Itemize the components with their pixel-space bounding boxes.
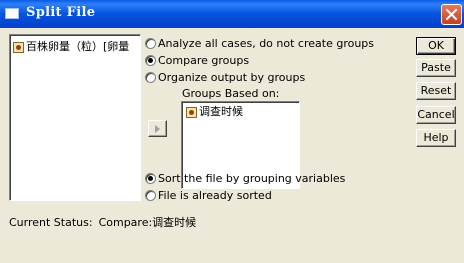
group-variable-label: 调查时候 [199,105,243,118]
label-compare-groups: Compare groups [158,54,250,67]
paste-button[interactable]: Paste [416,59,456,77]
radio-compare-groups[interactable] [145,55,156,66]
status-value: Compare:调查时候 [98,216,197,229]
source-variable-list[interactable]: 百株卵量（粒）[卵量 [9,34,141,201]
source-variable-item[interactable]: 百株卵量（粒）[卵量 [13,40,129,54]
label-file-sorted: File is already sorted [158,189,272,202]
move-to-groups-button[interactable] [148,120,167,137]
reset-button[interactable]: Reset [416,82,456,100]
radio-dot [148,176,153,181]
close-button[interactable] [441,4,462,25]
dialog-body: 百株卵量（粒）[卵量 Analyze all cases, do not cre… [0,28,464,263]
radio-circle [145,38,156,49]
window-title: Split File [26,5,96,20]
source-variable-label: 百株卵量（粒）[卵量 [26,40,130,53]
numeric-variable-icon [13,41,24,53]
label-sort-file: Sort the file by grouping variables [158,172,346,185]
groups-based-on-label: Groups Based on: [182,87,280,100]
radio-dot [148,58,153,63]
current-status: Current Status: Compare:调查时候 [9,214,196,230]
numeric-variable-icon [186,106,197,118]
radio-organize-output[interactable] [145,72,156,83]
radio-analyze-all[interactable] [145,38,156,49]
cancel-button[interactable]: Cancel [416,106,456,124]
radio-circle [145,72,156,83]
radio-file-sorted[interactable] [145,190,156,201]
help-button[interactable]: Help [416,129,456,147]
label-organize-output: Organize output by groups [158,71,306,84]
radio-sort-file[interactable] [145,173,156,184]
window-icon [5,8,19,19]
ok-button[interactable]: OK [416,37,456,55]
group-variable-item[interactable]: 调查时候 [186,105,243,119]
status-label: Current Status: [9,216,93,229]
right-arrow-icon [155,125,160,133]
title-bar[interactable]: Split File [0,0,464,28]
label-analyze-all: Analyze all cases, do not create groups [158,37,375,50]
close-icon [445,8,458,21]
radio-circle [145,190,156,201]
